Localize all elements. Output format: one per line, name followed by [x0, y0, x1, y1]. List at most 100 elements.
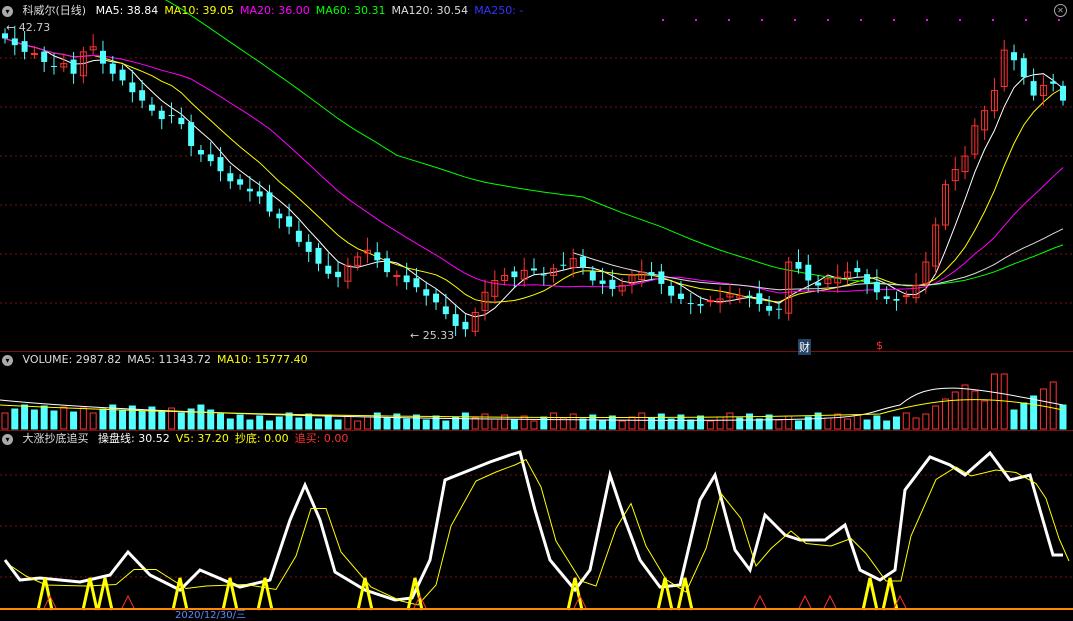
- candle-body: [178, 117, 185, 125]
- volume-bar: [638, 412, 646, 430]
- top-marker-dot: [662, 19, 664, 21]
- candle-body: [99, 50, 106, 64]
- volume-bar: [21, 404, 29, 430]
- candle-body: [746, 295, 753, 298]
- candle-body: [462, 321, 469, 330]
- low-price-label: ← 25.33: [410, 329, 455, 342]
- candle-body: [609, 279, 616, 289]
- volume-bar: [1059, 404, 1067, 430]
- candle-body: [50, 65, 57, 67]
- volume-bar: [971, 390, 979, 430]
- candle-body: [511, 271, 518, 278]
- volume-bar: [305, 413, 313, 430]
- candle-body: [1020, 58, 1027, 78]
- volume-bar: [1049, 381, 1057, 430]
- volume-bar: [99, 408, 107, 430]
- volume-bar: [990, 373, 998, 430]
- candle-body: [531, 268, 537, 271]
- candle-body: [315, 247, 322, 264]
- stock-chart[interactable]: [0, 0, 1073, 619]
- top-marker-dot: [1025, 19, 1027, 21]
- volume-bar: [530, 420, 538, 430]
- volume-bar: [648, 417, 656, 430]
- volume-bar: [256, 415, 264, 430]
- candle-body: [599, 280, 606, 284]
- volume-bar: [981, 400, 989, 430]
- candle-body: [158, 110, 165, 120]
- candle-body: [668, 285, 675, 296]
- candle-body: [286, 216, 293, 227]
- volume-bar: [579, 418, 587, 430]
- chase-signal-marker: [798, 594, 812, 609]
- volume-bar: [177, 412, 185, 430]
- candle-body: [893, 299, 900, 301]
- candle-body: [2, 33, 8, 39]
- top-marker-dot: [992, 19, 994, 21]
- high-price-label: ← 42.73: [6, 21, 51, 34]
- candle-body: [442, 306, 449, 315]
- candle-body: [325, 265, 332, 274]
- candle-body: [21, 41, 28, 52]
- candle-body: [11, 38, 18, 46]
- ma20-line: [4, 37, 1064, 294]
- candle-body: [403, 275, 410, 283]
- financial-report-marker[interactable]: 财: [798, 339, 811, 355]
- candle-body: [246, 188, 253, 192]
- dividend-marker[interactable]: $: [876, 339, 883, 352]
- buy-signal-spike: [356, 577, 374, 611]
- volume-bar: [344, 415, 352, 430]
- volume-bar: [628, 416, 636, 430]
- volume-bar: [60, 406, 68, 430]
- buy-signal-spike: [656, 577, 674, 611]
- top-marker-dot: [860, 19, 862, 21]
- volume-bar: [363, 416, 371, 430]
- candle-body: [207, 154, 214, 162]
- volume-bar: [442, 420, 450, 430]
- volume-bar: [491, 418, 499, 430]
- candle-body: [423, 289, 430, 296]
- volume-bar: [334, 419, 342, 430]
- buy-signal-spike: [861, 577, 879, 611]
- volume-bar: [902, 412, 910, 430]
- volume-bar: [89, 412, 97, 430]
- candle-body: [109, 63, 116, 74]
- volume-bar: [217, 413, 225, 430]
- volume-bar: [510, 419, 518, 430]
- ma60-line: [164, 0, 1064, 286]
- top-marker-dot: [761, 19, 763, 21]
- top-marker-dot: [959, 19, 961, 21]
- volume-bar: [765, 414, 773, 430]
- volume-bar: [883, 420, 891, 430]
- candle-body: [452, 314, 459, 326]
- candle-body: [815, 282, 822, 286]
- candle-body: [237, 179, 244, 185]
- volume-bar: [540, 416, 548, 430]
- volume-bar: [40, 405, 48, 430]
- candle-body: [129, 82, 136, 93]
- candle-body: [756, 293, 763, 305]
- candle-body: [295, 230, 302, 242]
- chase-signal-marker: [121, 594, 135, 609]
- volume-bar: [520, 415, 528, 430]
- candle-body: [658, 271, 665, 284]
- candle-body: [217, 157, 224, 172]
- candle-body: [854, 268, 861, 273]
- candle-body: [560, 264, 567, 266]
- candle-body: [30, 53, 38, 56]
- candle-body: [648, 272, 655, 276]
- volume-bar: [1010, 409, 1018, 430]
- candle-body: [393, 274, 401, 277]
- volume-bar: [383, 417, 391, 430]
- volume-bar: [1039, 388, 1047, 430]
- candle-body: [41, 51, 48, 62]
- volume-bar: [30, 409, 38, 430]
- volume-bar: [834, 413, 842, 430]
- candle-body: [374, 252, 381, 261]
- candle-body: [413, 278, 420, 288]
- candle-body: [697, 304, 704, 306]
- volume-bar: [599, 419, 607, 430]
- top-marker-dot: [1058, 19, 1060, 21]
- volume-bar: [697, 415, 705, 430]
- volume-bar: [755, 418, 763, 430]
- volume-bar: [657, 413, 665, 430]
